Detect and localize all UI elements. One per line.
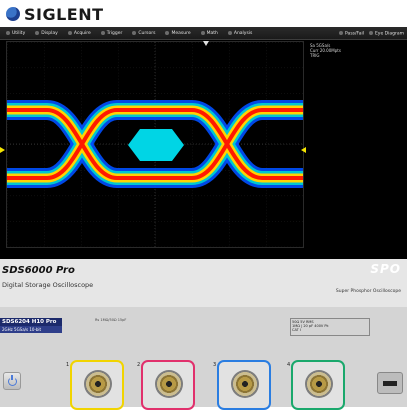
utility-icon [6, 31, 10, 35]
channel2-input[interactable] [141, 360, 195, 410]
math-icon [200, 31, 205, 35]
channel1-number: 1 [66, 362, 70, 368]
spo-brand-mark: SPO [370, 262, 401, 276]
menubar: Utility Display Acquire Trigger Cursors … [0, 27, 407, 40]
eye-diagram-icon [368, 30, 373, 35]
input-spec-label: Rs 1MΩ/50Ω 15pF [95, 318, 127, 322]
menu-measure[interactable]: Measure [162, 31, 197, 36]
front-panel: SDS6204 H10 Pro 2GHz 5GSa/s 10-bit Rs 1M… [0, 307, 407, 410]
bnc-connector-icon [155, 370, 183, 398]
measure-icon [165, 31, 170, 35]
acquisition-status: Sa 5GSa/s Curr 20.00Mpts TRIG [310, 43, 341, 58]
siglent-logo-text: SIGLENT [24, 4, 104, 24]
siglent-logo-icon [6, 7, 20, 21]
menu-analysis[interactable]: Analysis [225, 31, 260, 36]
channel3-number: 3 [213, 362, 217, 368]
menu-cursors[interactable]: Cursors [129, 31, 162, 36]
channel2-number: 2 [137, 362, 141, 368]
eye-diagram-display[interactable] [0, 41, 313, 248]
channel1-input[interactable] [70, 360, 124, 410]
analysis-icon [227, 31, 232, 35]
menu-math[interactable]: Math [198, 31, 225, 36]
menu-utility[interactable]: Utility [3, 31, 32, 36]
siglent-logo: SIGLENT [6, 4, 104, 24]
oscilloscope-screen: Utility Display Acquire Trigger Cursors … [0, 27, 407, 277]
channel4-input[interactable] [291, 360, 345, 410]
channel3-input[interactable] [217, 360, 271, 410]
bnc-warning-label: 50Ω 5V RMS 1MΩ | 20 pF 400V Pk CAT I [290, 318, 370, 336]
acquire-icon [67, 31, 72, 35]
model-badge: SDS6204 H10 Pro 2GHz 5GSa/s 10-bit [0, 318, 62, 336]
trigger-icon [100, 31, 105, 35]
model-subtitle: Digital Storage Oscilloscope [2, 281, 94, 289]
pass-fail-icon [339, 30, 344, 35]
screen-bezel: SDS6000 Pro Digital Storage Oscilloscope… [0, 259, 407, 307]
bnc-connector-icon [231, 370, 259, 398]
brand-strip: SIGLENT [0, 0, 407, 27]
eye-diagram-svg [0, 42, 313, 247]
menu-eye-diagram[interactable]: Eye Diagram [368, 30, 404, 36]
bnc-connector-icon [305, 370, 333, 398]
channel1-level-marker[interactable] [0, 147, 5, 153]
trigger-position-marker[interactable] [203, 41, 209, 46]
power-button[interactable] [3, 372, 21, 390]
bezel-tagline: Super Phosphor Oscilloscope [335, 289, 401, 294]
menu-pass-fail[interactable]: Pass/Fail [339, 30, 364, 36]
menu-right: Pass/Fail Eye Diagram [339, 27, 404, 40]
menu-acquire[interactable]: Acquire [65, 31, 98, 36]
right-info-panel: Sa 5GSa/s Curr 20.00Mpts TRIG [308, 41, 407, 248]
cursors-icon [132, 31, 137, 35]
trigger-level-marker[interactable] [301, 147, 306, 153]
channel4-number: 4 [287, 362, 291, 368]
menu-display[interactable]: Display [32, 31, 65, 36]
usb-port[interactable] [377, 372, 403, 394]
model-name: SDS6000 Pro [2, 265, 75, 276]
display-icon [35, 31, 40, 35]
bnc-connector-icon [84, 370, 112, 398]
power-icon [7, 374, 17, 386]
menu-trigger[interactable]: Trigger [98, 31, 130, 36]
